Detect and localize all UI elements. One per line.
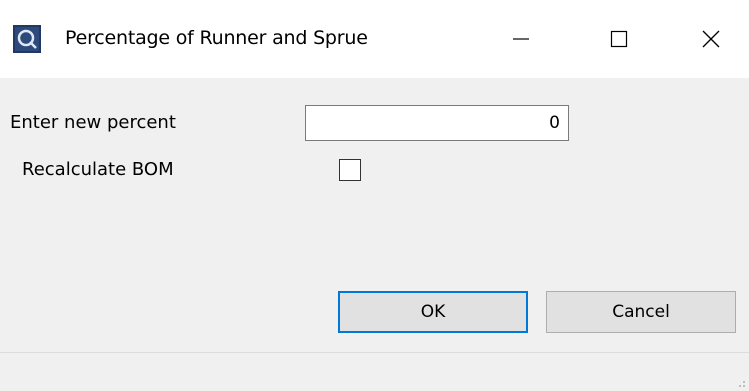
- status-bar: [0, 352, 749, 391]
- resize-grip-icon[interactable]: [736, 378, 746, 388]
- recalculate-bom-checkbox[interactable]: [339, 159, 361, 181]
- maximize-button[interactable]: [574, 0, 664, 78]
- percent-input[interactable]: [305, 105, 569, 141]
- maximize-icon: [610, 30, 628, 48]
- close-icon: [702, 30, 720, 48]
- app-logo-icon: [13, 25, 41, 53]
- ok-button[interactable]: OK: [338, 291, 528, 333]
- title-bar[interactable]: Percentage of Runner and Sprue: [0, 0, 749, 78]
- minimize-button[interactable]: [476, 0, 566, 78]
- percent-label: Enter new percent: [10, 112, 176, 133]
- minimize-icon: [513, 38, 529, 40]
- close-button[interactable]: [666, 0, 749, 78]
- cancel-button[interactable]: Cancel: [546, 291, 736, 333]
- recalculate-bom-label: Recalculate BOM: [22, 159, 174, 180]
- dialog-window: Percentage of Runner and Sprue Enter new…: [0, 0, 749, 391]
- window-title: Percentage of Runner and Sprue: [65, 27, 368, 49]
